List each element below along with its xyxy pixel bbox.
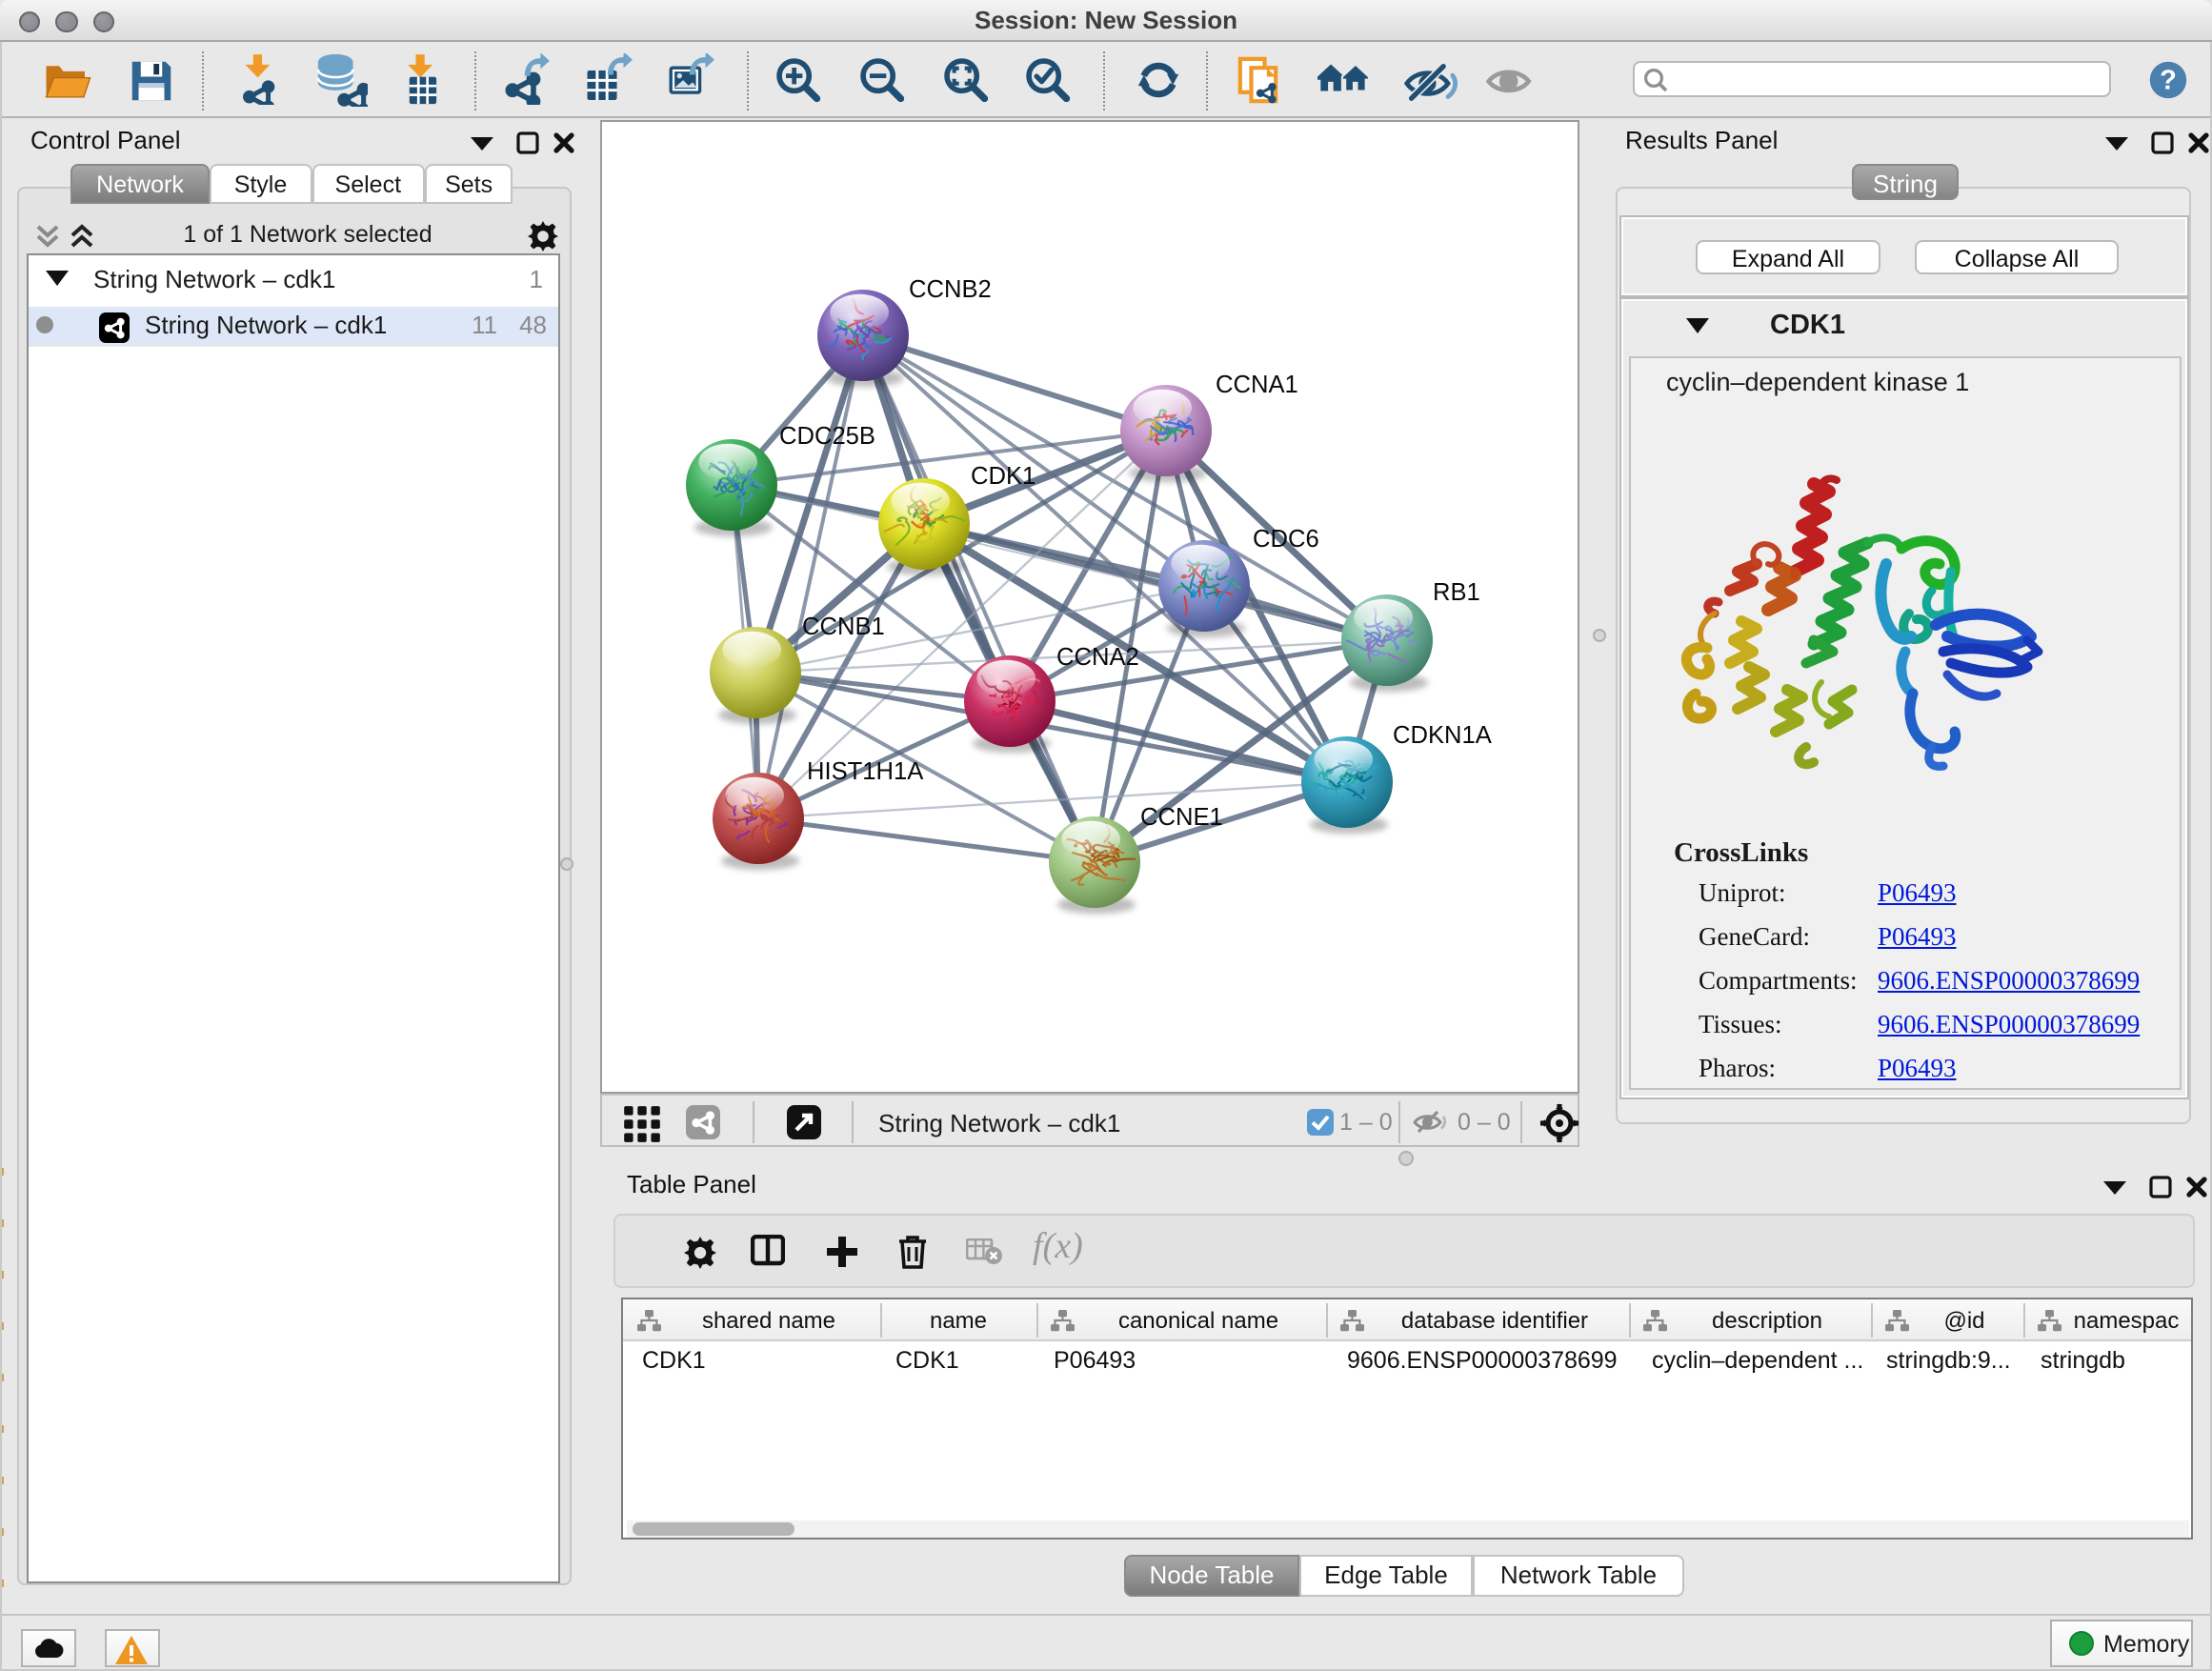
svg-text:RB1: RB1 [1433,579,1480,606]
svg-text:CDKN1A: CDKN1A [1393,722,1493,749]
svg-text:CDC25B: CDC25B [779,423,875,450]
svg-text:CDK1: CDK1 [971,463,1036,490]
svg-text:CCNA2: CCNA2 [1056,644,1139,671]
svg-text:CCNE1: CCNE1 [1140,804,1223,831]
svg-text:?: ? [2160,66,2177,96]
svg-text:CCNB1: CCNB1 [802,614,885,640]
svg-text:CCNB2: CCNB2 [909,276,992,303]
svg-text:CDC6: CDC6 [1253,526,1319,553]
svg-text:HIST1H1A: HIST1H1A [807,758,924,785]
svg-text:CCNA1: CCNA1 [1216,372,1298,398]
